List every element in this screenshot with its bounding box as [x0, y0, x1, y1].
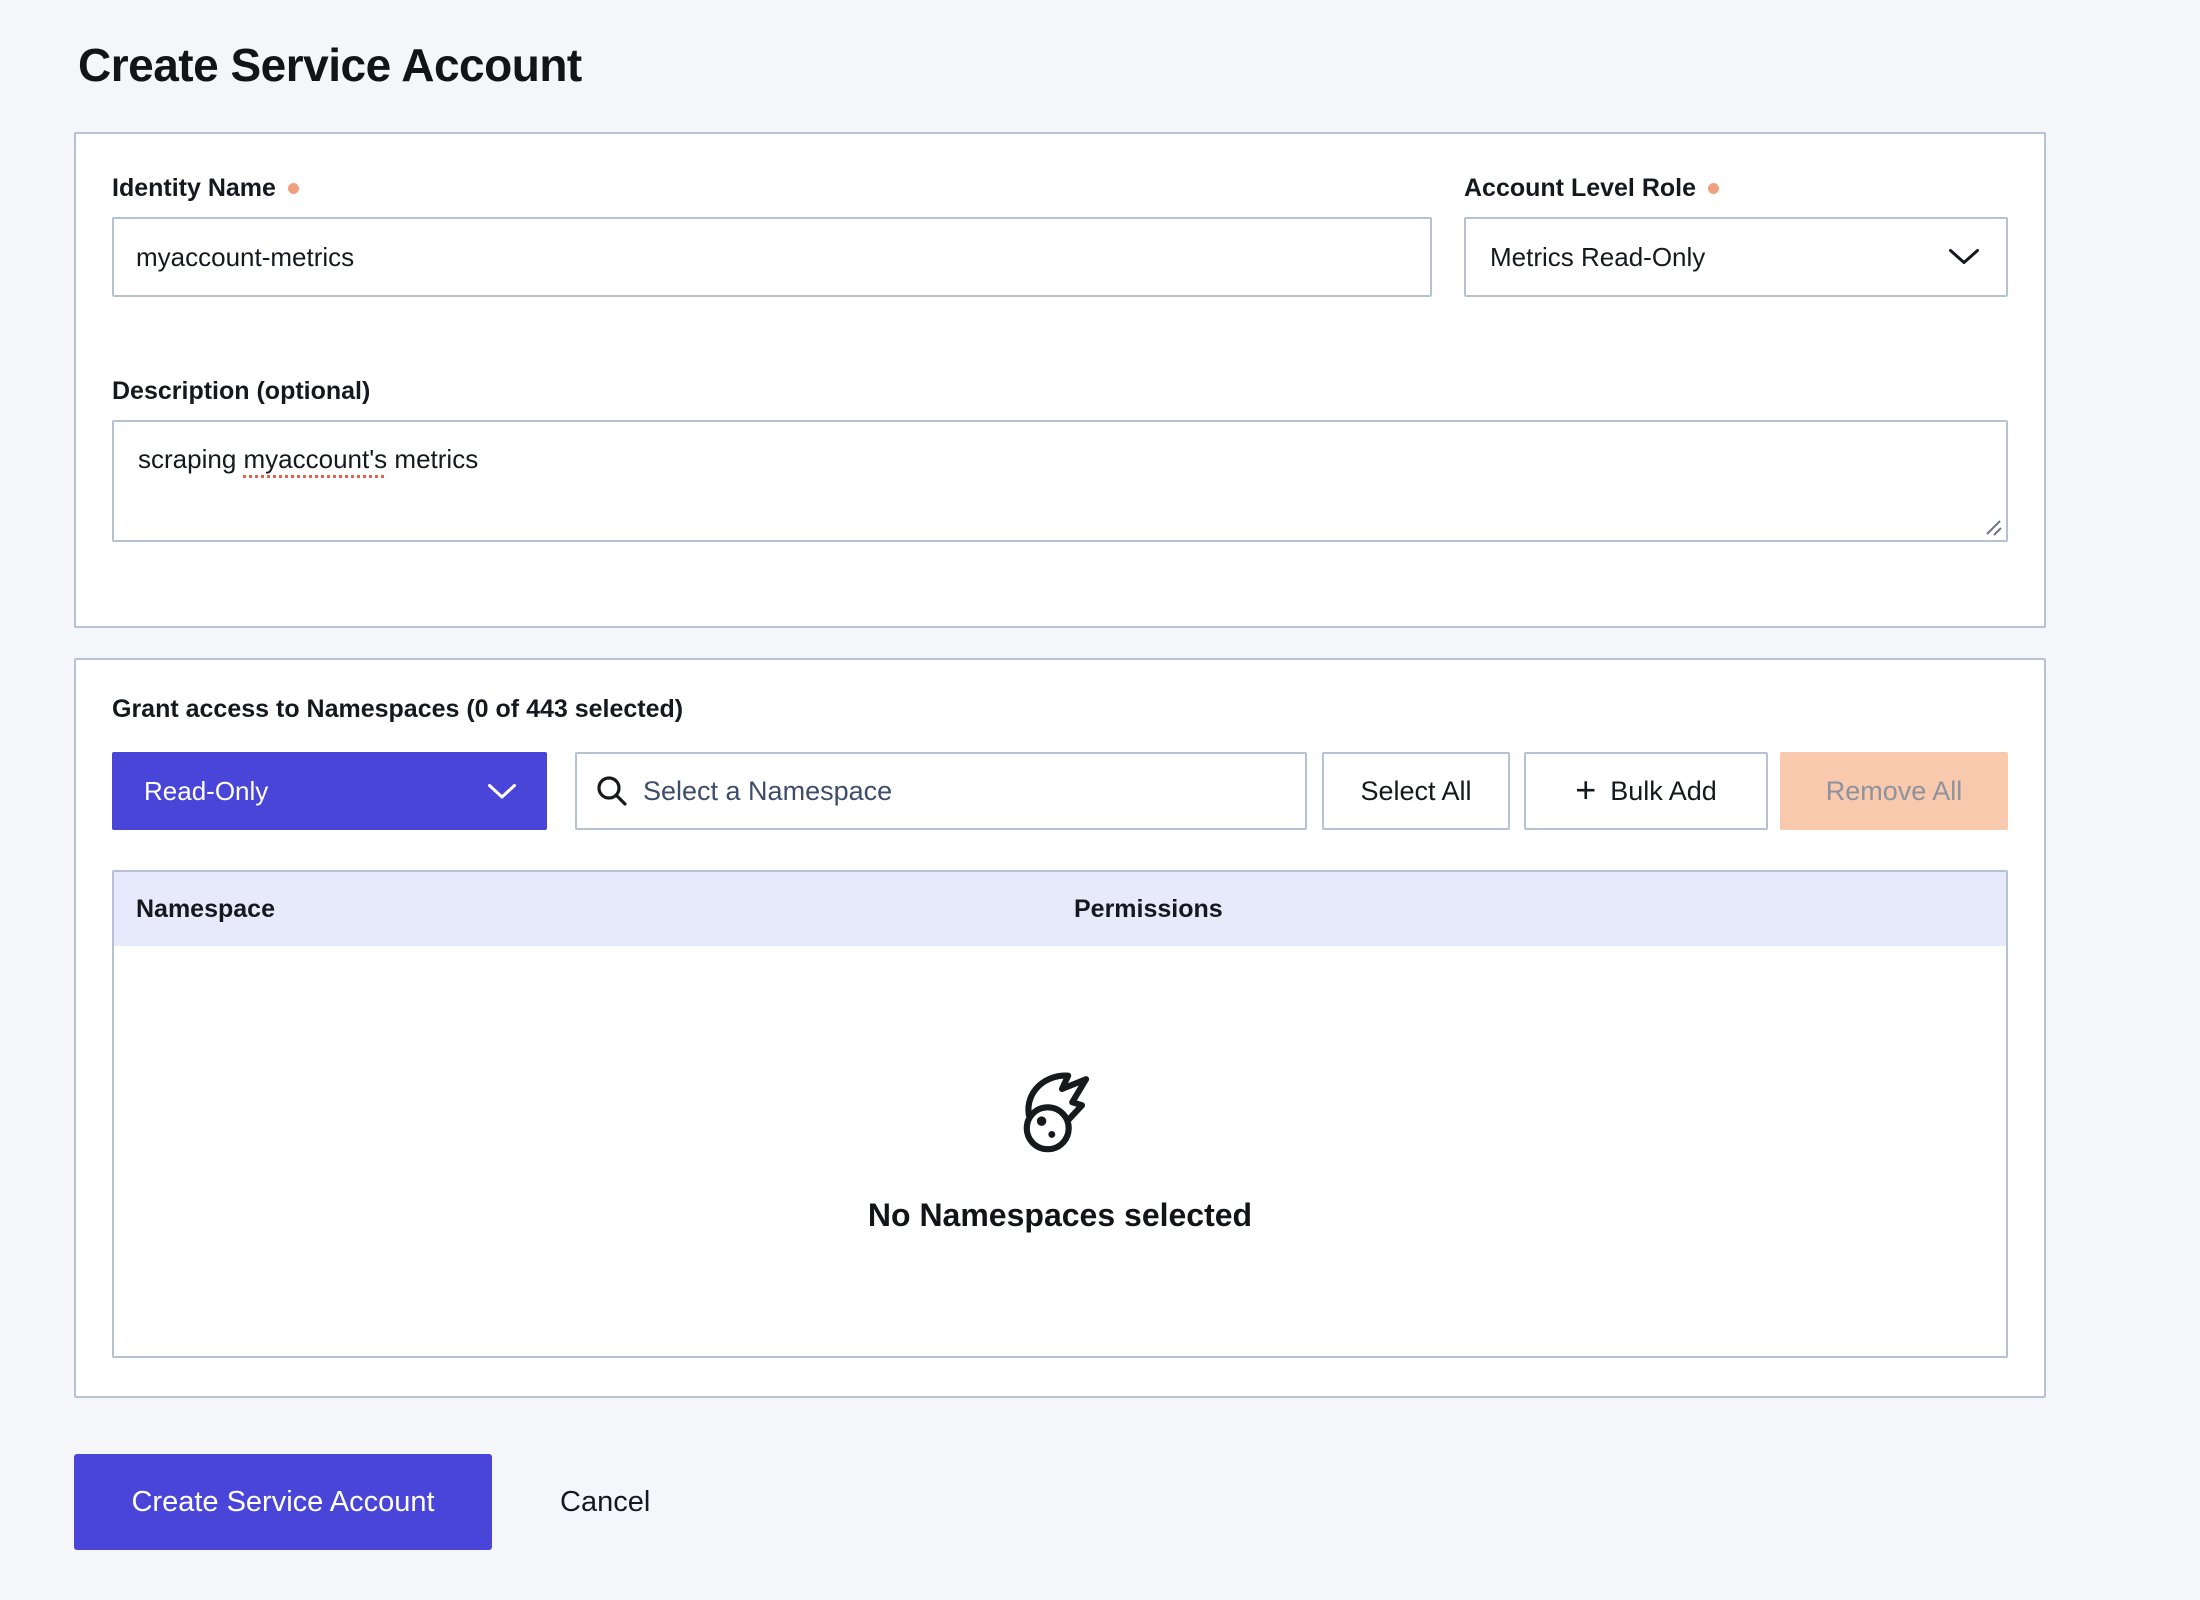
remove-all-button[interactable]: Remove All — [1780, 752, 2008, 830]
namespaces-table-empty-state: No Namespaces selected — [114, 946, 2006, 1356]
permission-role-value: Read-Only — [144, 776, 268, 807]
account-level-role-field-group: Account Level Role Metrics Read-Only — [1464, 174, 2008, 297]
identity-name-label: Identity Name — [112, 174, 1432, 202]
description-field-group: Description (optional) scraping myaccoun… — [112, 377, 2008, 542]
comet-icon — [1014, 1069, 1106, 1161]
cancel-button[interactable]: Cancel — [560, 1486, 650, 1519]
account-level-role-value: Metrics Read-Only — [1490, 242, 1705, 273]
required-indicator-dot — [288, 183, 299, 194]
chevron-down-icon — [487, 783, 517, 800]
namespace-search-input[interactable] — [575, 752, 1307, 830]
identity-name-field-group: Identity Name — [112, 174, 1432, 297]
description-misspelled-word: myaccount's — [244, 444, 388, 474]
textarea-resize-handle[interactable] — [1981, 515, 2003, 537]
chevron-down-icon — [1948, 248, 1980, 266]
description-label: Description (optional) — [112, 377, 2008, 405]
description-text: scraping — [138, 444, 244, 474]
account-level-role-select[interactable]: Metrics Read-Only — [1464, 217, 2008, 297]
namespaces-toolbar: Read-Only Select All + Bulk Add — [112, 752, 2008, 830]
create-service-account-button[interactable]: Create Service Account — [74, 1454, 492, 1550]
grant-namespaces-heading: Grant access to Namespaces (0 of 443 sel… — [112, 694, 2008, 724]
namespaces-table-header: Namespace Permissions — [114, 872, 2006, 946]
create-service-account-page: Create Service Account Identity Name Acc… — [0, 0, 2200, 1550]
required-indicator-dot — [1708, 183, 1719, 194]
namespaces-table: Namespace Permissions No Namespaces sele… — [112, 870, 2008, 1358]
identity-details-card: Identity Name Account Level Role Metrics… — [74, 132, 2046, 628]
identity-name-input[interactable] — [112, 217, 1432, 297]
empty-state-text: No Namespaces selected — [868, 1197, 1252, 1234]
description-textarea[interactable]: scraping myaccount's metrics — [112, 420, 2008, 542]
bulk-add-button[interactable]: + Bulk Add — [1524, 752, 1768, 830]
permission-role-dropdown[interactable]: Read-Only — [112, 752, 547, 830]
page-title: Create Service Account — [78, 38, 2200, 92]
form-footer: Create Service Account Cancel — [74, 1454, 2200, 1550]
select-all-button[interactable]: Select All — [1322, 752, 1510, 830]
plus-icon: + — [1575, 772, 1596, 808]
account-level-role-label: Account Level Role — [1464, 174, 2008, 202]
namespace-search-wrap — [575, 752, 1307, 830]
column-header-namespace: Namespace — [114, 895, 1074, 924]
description-text: metrics — [387, 444, 478, 474]
column-header-permissions: Permissions — [1074, 895, 2006, 924]
grant-namespaces-card: Grant access to Namespaces (0 of 443 sel… — [74, 658, 2046, 1398]
